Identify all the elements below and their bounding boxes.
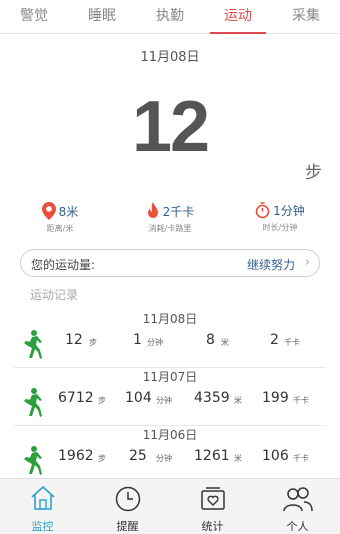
calories-stat: 2千卡 消耗/卡路里 xyxy=(130,202,210,234)
record-kcal-unit: 千卡 xyxy=(293,454,309,463)
calories-value: 2千卡 xyxy=(162,204,195,219)
nav-monitor[interactable]: 监控 xyxy=(0,479,85,534)
record-row[interactable]: 11月08日 12 步 1 分钟 8 米 2 千卡 xyxy=(0,310,340,368)
record-minutes: 1 xyxy=(133,332,142,348)
records-title: 运动记录 xyxy=(30,288,79,302)
summary-date: 11月08日 xyxy=(140,50,200,65)
step-unit: 步 xyxy=(305,163,322,183)
record-minutes-unit: 分钟 xyxy=(156,454,172,463)
record-meters-unit: 米 xyxy=(221,338,229,347)
tab-alert[interactable]: 警觉 xyxy=(0,0,68,33)
stats-heart-icon xyxy=(200,487,225,510)
record-minutes: 104 xyxy=(125,390,152,406)
record-kcal-unit: 千卡 xyxy=(284,338,300,347)
tab-duty[interactable]: 执勤 xyxy=(136,0,204,33)
clock-icon xyxy=(115,486,140,512)
users-icon xyxy=(282,487,313,512)
calories-label: 消耗/卡路里 xyxy=(148,224,192,233)
record-kcal: 106 xyxy=(262,448,289,464)
tab-collect[interactable]: 采集 xyxy=(272,0,340,33)
nav-stats-label: 统计 xyxy=(201,520,224,533)
nav-remind-label: 提醒 xyxy=(116,520,139,533)
runner-icon xyxy=(24,446,42,475)
record-steps-unit: 步 xyxy=(98,454,106,463)
record-minutes-unit: 分钟 xyxy=(147,338,163,347)
nav-remind[interactable]: 提醒 xyxy=(85,479,170,534)
record-minutes: 25 xyxy=(129,448,147,464)
runner-icon xyxy=(24,330,42,359)
record-kcal: 2 xyxy=(270,332,279,348)
record-steps: 1962 xyxy=(58,448,94,464)
top-tab-bar: 警觉 睡眠 执勤 运动 采集 xyxy=(0,0,340,34)
record-date: 11月08日 xyxy=(142,312,198,326)
duration-label: 时长/分钟 xyxy=(262,223,298,232)
runner-icon xyxy=(24,388,42,417)
record-date: 11月06日 xyxy=(142,428,198,442)
distance-label: 距离/米 xyxy=(46,224,74,233)
record-steps-unit: 步 xyxy=(98,396,106,405)
record-meters: 4359 xyxy=(194,390,230,406)
tab-sleep[interactable]: 睡眠 xyxy=(68,0,136,33)
flame-icon xyxy=(147,202,158,218)
record-date: 11月07日 xyxy=(142,370,198,384)
record-meters-unit: 米 xyxy=(234,454,242,463)
duration-stat: 1分钟 时长/分钟 xyxy=(240,202,320,233)
record-kcal-unit: 千卡 xyxy=(293,396,309,405)
record-meters: 8 xyxy=(206,332,215,348)
step-count: 12 xyxy=(131,87,210,167)
chevron-right-icon: › xyxy=(304,255,310,270)
record-row[interactable]: 11月07日 6712 步 104 分钟 4359 米 199 千卡 xyxy=(0,368,340,426)
record-row[interactable]: 11月06日 1962 步 25 分钟 1261 米 106 千卡 xyxy=(0,426,340,484)
home-icon xyxy=(30,485,55,510)
nav-stats[interactable]: 统计 xyxy=(170,479,255,534)
nav-monitor-label: 监控 xyxy=(31,520,54,533)
motion-level-status: 继续努力 xyxy=(246,258,295,272)
distance-stat: 8米 距离/米 xyxy=(20,202,100,234)
record-meters-unit: 米 xyxy=(234,396,242,405)
distance-value: 8米 xyxy=(58,204,79,219)
tab-exercise[interactable]: 运动 xyxy=(204,0,272,34)
location-pin-icon xyxy=(41,202,56,220)
record-steps: 12 xyxy=(65,332,83,348)
record-meters: 1261 xyxy=(194,448,230,464)
record-steps: 6712 xyxy=(58,390,94,406)
motion-level-label: 您的运动量: xyxy=(31,258,96,272)
record-steps-unit: 步 xyxy=(89,338,97,347)
nav-profile-label: 个人 xyxy=(286,520,309,533)
record-minutes-unit: 分钟 xyxy=(156,396,172,405)
timer-icon xyxy=(255,202,270,219)
duration-value: 1分钟 xyxy=(273,204,305,218)
nav-profile[interactable]: 个人 xyxy=(255,479,340,534)
record-kcal: 199 xyxy=(262,390,289,406)
bottom-nav: 监控 提醒 统计 个人 xyxy=(0,478,340,534)
motion-level-bar[interactable]: 您的运动量: 继续努力 › xyxy=(20,249,320,277)
